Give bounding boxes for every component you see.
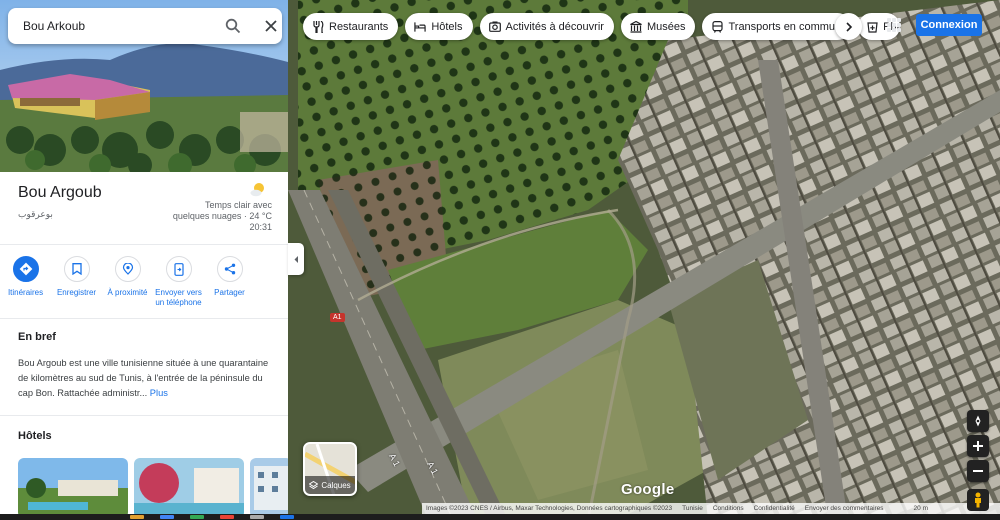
- chip-museums[interactable]: Musées: [620, 13, 696, 40]
- satellite-map[interactable]: A1 A 1 A 1: [288, 0, 1000, 520]
- category-chips: Restaurants Hôtels Activités à découvrir…: [303, 13, 901, 40]
- weather-time: 20:31: [249, 222, 272, 232]
- chip-label: Activités à découvrir: [505, 20, 604, 33]
- bookmark-icon: [71, 263, 82, 275]
- chip-label: Musées: [646, 20, 686, 33]
- send-to-phone-icon: [173, 262, 184, 276]
- place-panel: Bou Argoub بوعرقوب Temps clair avec quel…: [0, 0, 288, 520]
- chip-transit[interactable]: Transports en commun: [702, 13, 852, 40]
- imagery-credit: Images ©2023 CNES / Airbus, Maxar Techno…: [426, 505, 673, 512]
- pegman-button[interactable]: [967, 489, 989, 511]
- weather-info: Temps clair avec quelques nuages · 24 °C…: [142, 200, 272, 233]
- hotels-carousel: [18, 458, 288, 518]
- weather-temperature: quelques nuages · 24 °C: [172, 211, 272, 221]
- country-link[interactable]: Tunisie: [682, 505, 703, 512]
- google-apps-icon[interactable]: [887, 18, 901, 32]
- action-label: Itinéraires: [7, 288, 44, 297]
- divider: [0, 318, 288, 319]
- action-label: Partager: [214, 288, 245, 297]
- hotel-card[interactable]: [250, 458, 288, 518]
- place-title: Bou Argoub: [18, 184, 102, 201]
- compass-icon: [975, 415, 981, 427]
- map-controls: [967, 410, 989, 511]
- pharmacy-icon: [867, 21, 878, 33]
- zoom-out-button[interactable]: [967, 460, 989, 482]
- transit-icon: [711, 20, 723, 33]
- directions-icon: [19, 262, 32, 276]
- place-native-name: بوعرقوب: [18, 209, 53, 219]
- camera-icon: [488, 21, 501, 33]
- privacy-link[interactable]: Confidentialité: [754, 505, 795, 512]
- search-box: [8, 8, 282, 44]
- terms-link[interactable]: Conditions: [713, 505, 744, 512]
- scale-label: 20 m: [913, 505, 928, 512]
- layers-button[interactable]: Calques: [303, 442, 357, 496]
- layers-icon: [309, 480, 319, 489]
- nearby-button[interactable]: À proximité: [102, 256, 153, 308]
- chip-label: Transports en commun: [728, 20, 842, 33]
- zoom-in-button[interactable]: [967, 435, 989, 457]
- action-label: À proximité: [107, 288, 148, 297]
- my-location-button[interactable]: [967, 410, 989, 432]
- share-icon: [224, 263, 235, 275]
- pegman-icon: [975, 492, 981, 508]
- taskbar: [0, 514, 1000, 520]
- action-buttons: Itinéraires Enregistrer À proximité Envo…: [0, 256, 288, 308]
- chip-label: Hôtels: [431, 20, 463, 33]
- minus-icon: [973, 470, 983, 472]
- hotel-card[interactable]: [134, 458, 244, 518]
- chips-scroll-right-button[interactable]: [835, 13, 862, 40]
- plus-icon: [973, 441, 983, 451]
- chip-activities[interactable]: Activités à découvrir: [479, 13, 614, 40]
- google-logo: Google: [621, 481, 675, 498]
- hotel-icon: [414, 21, 426, 33]
- feedback-link[interactable]: Envoyer des commentaires: [805, 505, 884, 512]
- search-icon[interactable]: [225, 18, 241, 34]
- share-button[interactable]: Partager: [204, 256, 255, 308]
- weather-condition: Temps clair avec: [204, 200, 272, 210]
- chip-label: Restaurants: [329, 20, 389, 33]
- chevron-left-icon: [294, 255, 298, 263]
- send-to-phone-button[interactable]: Envoyer vers un téléphone: [153, 256, 204, 308]
- hotel-card[interactable]: [18, 458, 128, 518]
- museum-icon: [630, 20, 642, 33]
- partly-cloudy-icon: [250, 183, 264, 197]
- about-description: Bou Argoub est une ville tunisienne situ…: [18, 358, 269, 398]
- divider: [0, 415, 288, 416]
- about-title: En bref: [18, 331, 56, 343]
- more-link[interactable]: Plus: [150, 388, 168, 398]
- collapse-panel-button[interactable]: [288, 243, 304, 275]
- action-label: Envoyer vers un téléphone: [155, 288, 202, 307]
- directions-button[interactable]: Itinéraires: [0, 256, 51, 308]
- hotels-title: Hôtels: [18, 430, 52, 442]
- nearby-icon: [122, 263, 133, 275]
- action-label: Enregistrer: [56, 288, 97, 297]
- chevron-right-icon: [845, 21, 852, 32]
- login-button[interactable]: Connexion: [916, 14, 982, 36]
- about-text: Bou Argoub est une ville tunisienne situ…: [18, 356, 273, 401]
- chip-hotels[interactable]: Hôtels: [405, 13, 473, 40]
- restaurant-icon: [312, 20, 324, 33]
- layers-label-text: Calques: [321, 480, 351, 490]
- search-input[interactable]: [23, 19, 209, 33]
- attribution-bar: Images ©2023 CNES / Airbus, Maxar Techno…: [422, 503, 1000, 514]
- save-button[interactable]: Enregistrer: [51, 256, 102, 308]
- close-icon[interactable]: [263, 18, 279, 34]
- highway-shield: A1: [330, 313, 345, 322]
- divider: [0, 244, 288, 245]
- chip-restaurants[interactable]: Restaurants: [303, 13, 399, 40]
- layers-label: Calques: [305, 476, 355, 494]
